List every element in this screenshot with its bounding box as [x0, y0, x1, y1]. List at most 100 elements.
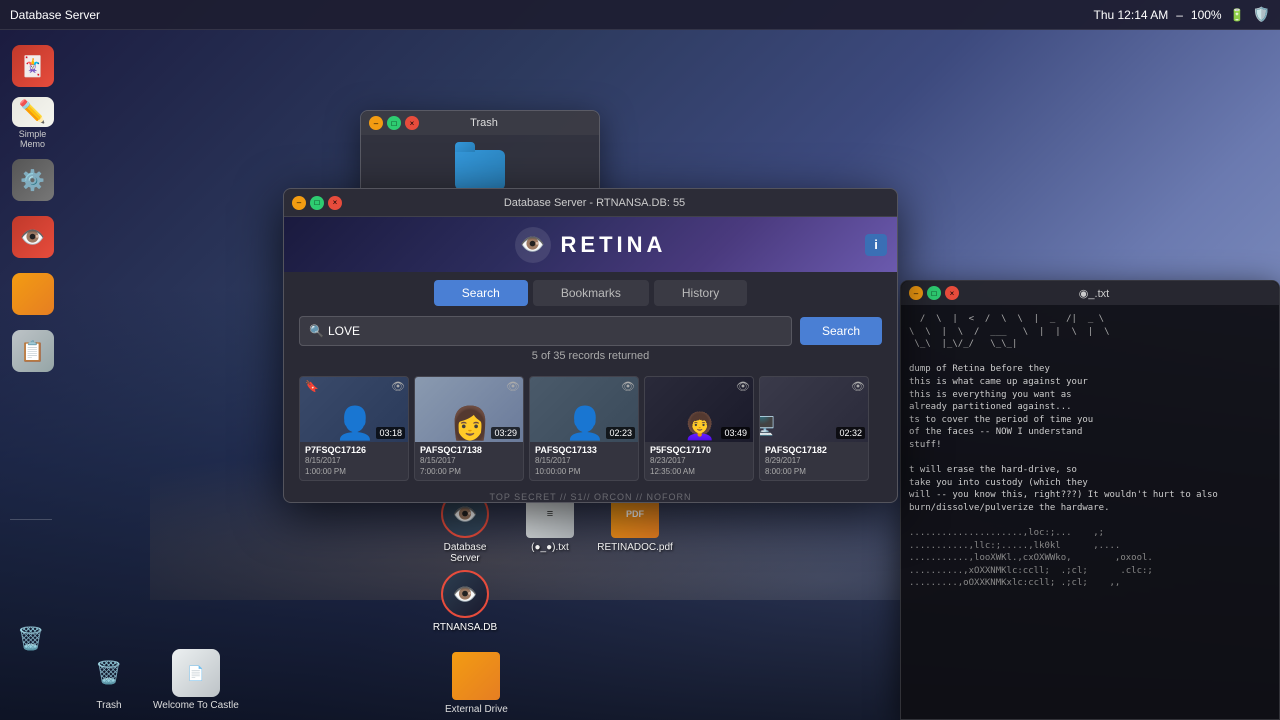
terminal-close-button[interactable]: × — [945, 286, 959, 300]
result-date-4: 8/23/2017 12:35:00 AM — [650, 455, 748, 477]
eye-icon-5: 👁 — [851, 380, 865, 393]
cards-icon: 🃏 — [12, 45, 54, 87]
trash-maximize-button[interactable]: □ — [387, 116, 401, 130]
eye-icon-1: 👁 — [391, 380, 405, 393]
terminal-minimize-button[interactable]: – — [909, 286, 923, 300]
welcome-icon: 📄 — [172, 649, 220, 697]
result-card-1[interactable]: 🔖 👁 👤 03:18 P7FSQC17126 8/15/2017 1:00:0… — [299, 376, 409, 481]
trash-minimize-button[interactable]: – — [369, 116, 383, 130]
duration-1: 03:18 — [376, 427, 405, 439]
retina-text: RETINA — [561, 232, 667, 258]
gear-icon: ⚙️ — [12, 159, 54, 201]
memo-label: Simple Memo — [7, 129, 59, 149]
person-icon-4: 👩‍🦱 — [684, 411, 716, 442]
db-window-controls: – □ × — [292, 196, 342, 210]
search-button[interactable]: Search — [800, 317, 882, 345]
trash-icon: 🗑️ — [85, 649, 133, 697]
retina-info-button[interactable]: i — [865, 234, 887, 256]
bottom-item-welcome[interactable]: 📄 Welcome To Castle — [153, 649, 239, 711]
taskbar-time: Thu 12:14 AM — [1094, 8, 1169, 22]
db-server-label: Database Server — [430, 542, 500, 564]
search-input-wrap: 🔍 — [299, 316, 792, 346]
search-input[interactable] — [299, 316, 792, 346]
taskbar: Database Server Thu 12:14 AM – 100% 🔋 🛡️ — [0, 0, 1280, 30]
retina-eye-icon: 👁️ — [515, 227, 551, 263]
dock-item-eye[interactable]: 👁️ — [7, 211, 59, 263]
result-date-3: 8/15/2017 10:00:00 PM — [535, 455, 633, 477]
dock-bottom-trash[interactable]: 🗑️ — [10, 618, 52, 660]
dock-item-memo[interactable]: ✏️ Simple Memo — [7, 97, 59, 149]
trash-titlebar: – □ × Trash — [361, 111, 599, 135]
retina-db-label: RTNANSA.DB — [433, 622, 497, 633]
db-search-area: 🔍 Search 5 of 35 records returned — [284, 311, 897, 371]
eye-icon-4: 👁 — [736, 380, 750, 393]
trash-window-controls: – □ × — [369, 116, 419, 130]
dock-item-notes[interactable]: 📋 — [7, 325, 59, 377]
db-tabs: Search Bookmarks History — [284, 272, 897, 311]
records-info: 5 of 35 records returned — [299, 346, 882, 366]
bookmark-icon-1: 🔖 — [305, 380, 319, 393]
taskbar-shield-icon: 🛡️ — [1253, 6, 1270, 23]
bottom-item-trash[interactable]: 🗑️ Trash — [85, 649, 133, 711]
dock-item-cards[interactable]: 🃏 — [7, 40, 59, 92]
person-icon-5: 🖥️ — [760, 416, 776, 437]
result-info-4: P5FSQC17170 8/23/2017 12:35:00 AM — [645, 442, 753, 480]
eye-icon-3: 👁 — [621, 380, 635, 393]
sticky-icon — [12, 273, 54, 315]
terminal-titlebar: – □ × ◉_.txt — [901, 281, 1279, 305]
person-icon-3: 👤 — [565, 404, 605, 442]
txt-label: (●_●).txt — [531, 542, 569, 553]
trash-folder-icon — [455, 150, 505, 190]
dock-item-sticky[interactable] — [7, 268, 59, 320]
welcome-label: Welcome To Castle — [153, 700, 239, 711]
retina-db-icon: 👁️ — [441, 570, 489, 618]
db-server-window: – □ × Database Server - RTNANSA.DB: 55 👁… — [283, 188, 898, 503]
dock-separator — [10, 519, 52, 520]
result-thumb-2: 👁 👩 03:29 — [415, 377, 524, 442]
desktop-icon-retina-db[interactable]: 👁️ RTNANSA.DB — [430, 570, 500, 633]
person-icon-1: 👤 — [335, 404, 375, 442]
terminal-window-controls: – □ × — [909, 286, 959, 300]
duration-4: 03:49 — [721, 427, 750, 439]
result-thumb-4: 👁 👩‍🦱 03:49 — [645, 377, 754, 442]
dock-item-gear[interactable]: ⚙️ — [7, 154, 59, 206]
trash-label: Trash — [96, 700, 121, 711]
result-id-2: PAFSQC17138 — [420, 445, 518, 455]
notes-icon: 📋 — [12, 330, 54, 372]
retina-banner: 👁️ RETINA i — [284, 217, 897, 272]
tab-history[interactable]: History — [654, 280, 747, 306]
result-date-5: 8/29/2017 8:00:00 PM — [765, 455, 863, 477]
retina-logo: 👁️ RETINA — [515, 227, 667, 263]
db-maximize-button[interactable]: □ — [310, 196, 324, 210]
tab-bookmarks[interactable]: Bookmarks — [533, 280, 649, 306]
desktop: Database Server Thu 12:14 AM – 100% 🔋 🛡️… — [0, 0, 1280, 720]
taskbar-battery-icon: 🔋 — [1230, 8, 1245, 22]
db-close-button[interactable]: × — [328, 196, 342, 210]
dock-trash-icon: 🗑️ — [10, 618, 52, 660]
memo-icon: ✏️ — [12, 97, 54, 127]
terminal-content: / \ | < / \ \ | _ /| _ \ \ \ | \ / ___ \… — [901, 305, 1279, 719]
result-info-3: PAFSQC17133 8/15/2017 10:00:00 PM — [530, 442, 638, 480]
result-card-3[interactable]: 👁 👤 02:23 PAFSQC17133 8/15/2017 10:00:00… — [529, 376, 639, 481]
bottom-item-drive[interactable]: External Drive — [445, 652, 508, 715]
result-thumb-5: 👁 🖥️ 02:32 — [760, 377, 869, 442]
result-card-2[interactable]: 👁 👩 03:29 PAFSQC17138 8/15/2017 7:00:00 … — [414, 376, 524, 481]
drive-icon — [452, 652, 500, 700]
result-thumb-1: 🔖 👁 👤 03:18 — [300, 377, 409, 442]
taskbar-minimize[interactable]: – — [1176, 8, 1183, 22]
tab-search[interactable]: Search — [434, 280, 528, 306]
result-info-1: P7FSQC17126 8/15/2017 1:00:00 PM — [300, 442, 408, 480]
left-dock: 🃏 ✏️ Simple Memo ⚙️ 👁️ 📋 🗑️ — [0, 30, 65, 720]
result-info-5: PAFSQC17182 8/29/2017 8:00:00 PM — [760, 442, 868, 480]
terminal-maximize-button[interactable]: □ — [927, 286, 941, 300]
watermark: TOP SECRET // S1// ORCON // NOFORN — [284, 489, 897, 505]
trash-window-title: Trash — [419, 117, 549, 129]
result-card-5[interactable]: 👁 🖥️ 02:32 PAFSQC17182 8/29/2017 8:00:00… — [759, 376, 869, 481]
trash-close-button[interactable]: × — [405, 116, 419, 130]
db-window-title: Database Server - RTNANSA.DB: 55 — [342, 197, 847, 209]
db-minimize-button[interactable]: – — [292, 196, 306, 210]
result-info-2: PAFSQC17138 8/15/2017 7:00:00 PM — [415, 442, 523, 480]
eye-icon: 👁️ — [12, 216, 54, 258]
result-card-4[interactable]: 👁 👩‍🦱 03:49 P5FSQC17170 8/23/2017 12:35:… — [644, 376, 754, 481]
duration-3: 02:23 — [606, 427, 635, 439]
